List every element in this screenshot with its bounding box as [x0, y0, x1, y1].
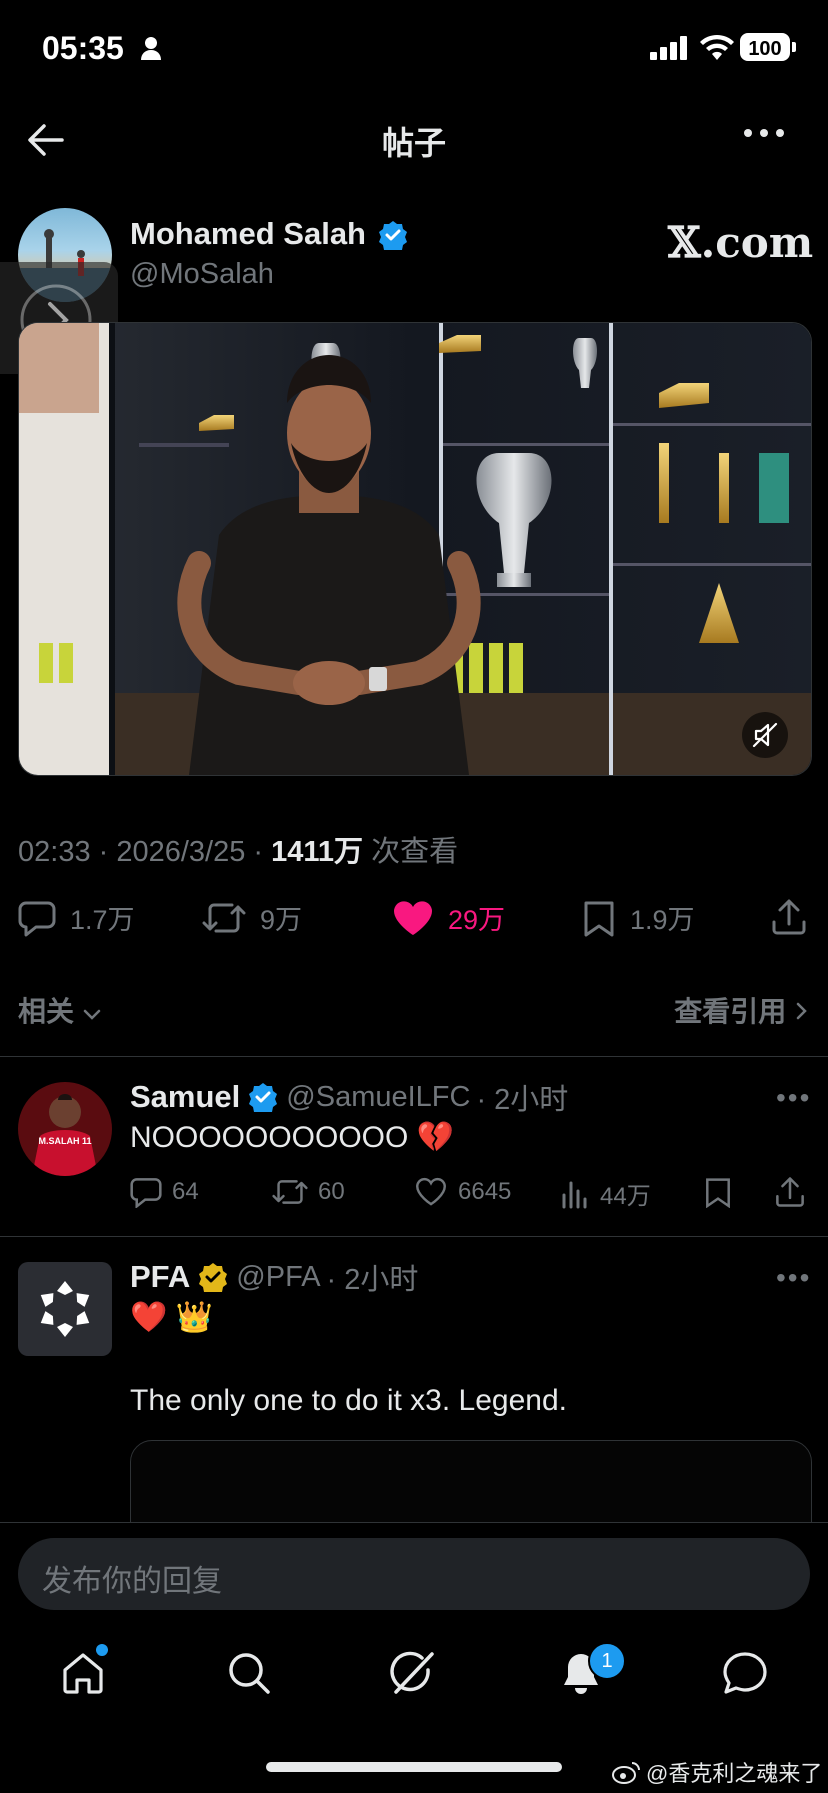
- reply-bookmark-button[interactable]: [704, 1176, 732, 1208]
- analytics-icon: [562, 1181, 587, 1208]
- reply-view-count: 44万: [600, 1183, 651, 1210]
- weibo-icon: [612, 1762, 640, 1784]
- battery-tip: [792, 42, 796, 52]
- messages-icon[interactable]: [722, 1650, 768, 1696]
- reply-emoji: ❤️ 👑: [130, 1301, 214, 1334]
- repost-count: 9万: [260, 905, 303, 935]
- pfa-logo-icon: [40, 1281, 90, 1337]
- related-dropdown[interactable]: 相关: [18, 990, 102, 1030]
- bookmark-count: 1.9万: [630, 905, 695, 935]
- bookmark-button[interactable]: 1.9万: [582, 898, 695, 937]
- reply-time: · 2小时: [476, 1084, 569, 1116]
- share-icon: [772, 899, 806, 935]
- post-meta: 02:33 · 2026/3/25 · 1411万 次查看: [18, 828, 458, 870]
- post-actions: 1.7万 9万 29万 1.9万: [18, 898, 810, 944]
- like-count: 29万: [448, 905, 506, 935]
- author-handle[interactable]: @MoSalah: [130, 258, 274, 291]
- divider: [0, 1056, 828, 1057]
- watermark-text: @香克利之魂来了: [646, 1761, 823, 1786]
- reply-avatar[interactable]: [18, 1262, 112, 1356]
- view-quotes-label: 查看引用: [674, 996, 787, 1027]
- home-indicator: [266, 1762, 562, 1772]
- chevron-down-icon: [83, 1009, 101, 1020]
- reply-more-icon[interactable]: •••: [776, 1082, 811, 1114]
- reply-placeholder: 发布你的回复: [42, 1565, 222, 1598]
- heart-filled-icon: [394, 900, 432, 935]
- reply-repost-count: 60: [318, 1178, 345, 1205]
- grok-icon[interactable]: [390, 1650, 436, 1696]
- reply-comment-count: 64: [172, 1178, 199, 1205]
- search-icon[interactable]: [226, 1650, 272, 1696]
- views-label: 次查看: [363, 836, 459, 868]
- status-time: 05:35: [42, 30, 124, 66]
- verified-badge-icon: [379, 221, 407, 250]
- person-icon: [141, 37, 161, 60]
- reply-author-name[interactable]: PFA: [130, 1259, 190, 1295]
- heart-icon: [416, 1177, 446, 1206]
- reply-text: The only one to do it x3. Legend.: [130, 1384, 567, 1417]
- x-com-logo: 𝕏.com: [668, 218, 814, 267]
- repost-icon: [272, 1180, 308, 1204]
- reply-like-count: 6645: [458, 1178, 512, 1205]
- author-name[interactable]: Mohamed Salah: [130, 216, 366, 252]
- divider: [0, 1236, 828, 1237]
- status-bar: 05:35 100: [0, 0, 828, 100]
- reply-header: PFA @PFA · 2小时: [130, 1256, 418, 1298]
- verified-badge-icon: [249, 1083, 278, 1112]
- post-timestamp: 02:33 · 2026/3/25 ·: [18, 836, 272, 868]
- like-button[interactable]: 29万: [392, 898, 505, 937]
- jersey-name: M.SALAH 11: [38, 1136, 91, 1146]
- notification-badge: 1: [588, 1642, 626, 1680]
- page-title: 帖子: [381, 125, 446, 161]
- reply-repost-button[interactable]: 60: [272, 1176, 345, 1208]
- repost-icon: [202, 903, 246, 932]
- more-options-icon[interactable]: [742, 126, 786, 140]
- watermark: @香克利之魂来了: [612, 1756, 822, 1788]
- signal-icon: [650, 36, 687, 60]
- chevron-right-icon: [796, 1002, 807, 1020]
- reply-icon: [18, 901, 56, 936]
- battery-indicator: 100: [740, 33, 790, 61]
- home-icon[interactable]: [60, 1650, 106, 1696]
- share-icon: [776, 1177, 804, 1207]
- repost-button[interactable]: 9万: [202, 898, 302, 937]
- view-count: 1411万: [271, 836, 364, 868]
- reply-avatar[interactable]: M.SALAH 11: [18, 1082, 112, 1176]
- bookmark-icon: [584, 901, 614, 936]
- reply-count: 1.7万: [70, 905, 135, 935]
- home-unread-dot: [96, 1644, 108, 1656]
- gold-verified-badge-icon: [199, 1263, 228, 1292]
- view-quotes-link[interactable]: 查看引用: [674, 990, 808, 1030]
- reply-author-handle[interactable]: @PFA: [236, 1261, 320, 1294]
- reply-comment-button[interactable]: 64: [130, 1176, 199, 1208]
- speaker-muted-icon: [752, 722, 778, 748]
- bookmark-icon: [706, 1178, 730, 1208]
- reply-author-handle[interactable]: @SamueILFC: [286, 1081, 470, 1114]
- reply-views-button[interactable]: 44万: [560, 1176, 651, 1211]
- share-button[interactable]: [770, 898, 808, 936]
- mute-toggle-button[interactable]: [742, 712, 788, 758]
- reply-like-button[interactable]: 6645: [414, 1176, 511, 1208]
- wifi-icon: [700, 34, 734, 60]
- reply-more-icon[interactable]: •••: [776, 1262, 811, 1294]
- reply-header: Samuel @SamueILFC · 2小时: [130, 1076, 568, 1118]
- reply-icon: [130, 1178, 162, 1208]
- related-label: 相关: [18, 996, 75, 1027]
- reply-button[interactable]: 1.7万: [18, 898, 135, 937]
- video-player[interactable]: [18, 322, 812, 776]
- reply-text: NOOOOOOOOOOO 💔: [130, 1121, 455, 1154]
- reply-share-button[interactable]: [774, 1176, 806, 1208]
- reply-author-name[interactable]: Samuel: [130, 1079, 240, 1115]
- reply-time: · 2小时: [326, 1264, 419, 1296]
